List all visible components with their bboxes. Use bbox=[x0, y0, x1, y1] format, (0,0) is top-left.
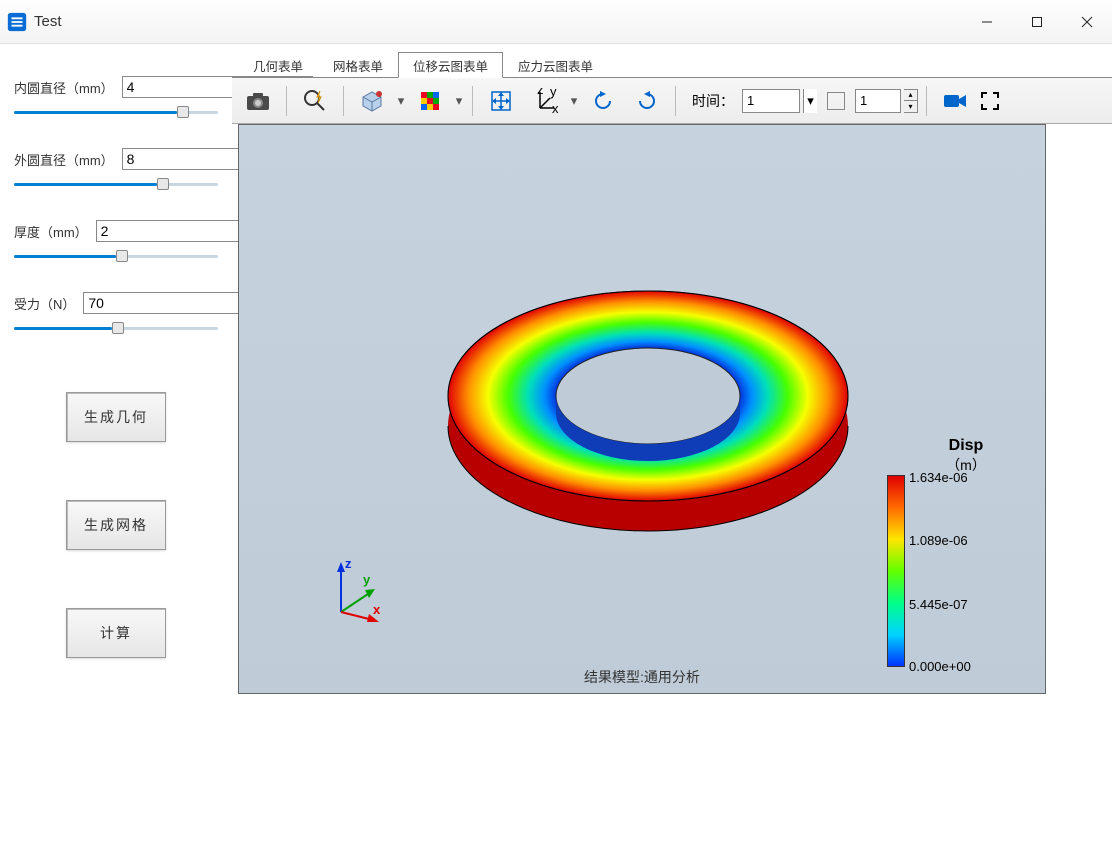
thickness-label: 厚度（mm） bbox=[14, 222, 88, 241]
cube-blue-icon[interactable] bbox=[352, 83, 392, 119]
window-title: Test bbox=[34, 13, 62, 30]
result-caption: 结果模型:通用分析 bbox=[239, 667, 1045, 687]
generate-geometry-button[interactable]: 生成几何 bbox=[66, 392, 166, 442]
tab-mesh[interactable]: 网格表单 bbox=[318, 52, 398, 78]
video-camera-icon[interactable] bbox=[935, 83, 975, 119]
inner-dia-slider[interactable] bbox=[14, 104, 218, 118]
result-model bbox=[433, 281, 863, 554]
tab-displacement[interactable]: 位移云图表单 bbox=[398, 52, 503, 78]
force-label: 受力（N） bbox=[14, 294, 75, 313]
minimize-button[interactable] bbox=[962, 0, 1012, 44]
thickness-slider[interactable] bbox=[14, 248, 218, 262]
colorbar-tick: 5.445e-07 bbox=[909, 597, 968, 612]
move-arrows-icon[interactable] bbox=[481, 83, 521, 119]
time-label: 时间： bbox=[692, 91, 734, 111]
time-value-box[interactable]: 1 bbox=[742, 89, 800, 113]
outer-dia-slider[interactable] bbox=[14, 176, 218, 190]
legend-title: Disp bbox=[911, 437, 1021, 455]
outer-dia-label: 外圆直径（mm） bbox=[14, 150, 114, 169]
svg-text:z: z bbox=[345, 556, 352, 571]
tab-stress[interactable]: 应力云图表单 bbox=[503, 52, 608, 78]
colorbar-tick: 1.089e-06 bbox=[909, 533, 968, 548]
cube-blue-dropdown[interactable]: ▾ bbox=[396, 83, 406, 119]
spin-arrows[interactable]: ▴▾ bbox=[904, 89, 918, 113]
svg-text:x: x bbox=[373, 602, 381, 617]
maximize-button[interactable] bbox=[1012, 0, 1062, 44]
camera-icon[interactable] bbox=[238, 83, 278, 119]
compute-button[interactable]: 计算 bbox=[66, 608, 166, 658]
app-icon bbox=[6, 11, 28, 33]
generate-mesh-button[interactable]: 生成网格 bbox=[66, 500, 166, 550]
rubik-cube-icon[interactable] bbox=[410, 83, 450, 119]
axis-triad: z y x bbox=[321, 556, 393, 631]
time-dropdown[interactable]: ▾ bbox=[803, 89, 817, 113]
rotate-ccw-icon[interactable] bbox=[627, 83, 667, 119]
svg-text:y: y bbox=[363, 572, 371, 587]
tab-geometry[interactable]: 几何表单 bbox=[238, 52, 318, 78]
axes-zyx-icon[interactable]: zyx bbox=[525, 83, 565, 119]
aux-box-icon[interactable] bbox=[827, 92, 845, 110]
colorbar-tick: 1.634e-06 bbox=[909, 470, 968, 485]
axes-dropdown[interactable]: ▾ bbox=[569, 83, 579, 119]
rotate-cw-icon[interactable] bbox=[583, 83, 623, 119]
svg-text:z: z bbox=[537, 88, 544, 97]
colorbar: 1.634e-06 1.089e-06 5.445e-07 0.000e+00 bbox=[887, 475, 975, 667]
viewport-3d[interactable]: z y x Disp （m） 1.634e-06 1.089e-06 bbox=[238, 124, 1046, 694]
rubik-dropdown[interactable]: ▾ bbox=[454, 83, 464, 119]
zoom-flash-icon[interactable] bbox=[295, 83, 335, 119]
spin-value-box[interactable]: 1 bbox=[855, 89, 901, 113]
close-button[interactable] bbox=[1062, 0, 1112, 44]
inner-dia-label: 内圆直径（mm） bbox=[14, 78, 114, 97]
svg-text:y: y bbox=[550, 88, 557, 99]
svg-text:x: x bbox=[552, 101, 558, 114]
force-slider[interactable] bbox=[14, 320, 218, 334]
expand-corners-icon[interactable] bbox=[979, 83, 1001, 119]
